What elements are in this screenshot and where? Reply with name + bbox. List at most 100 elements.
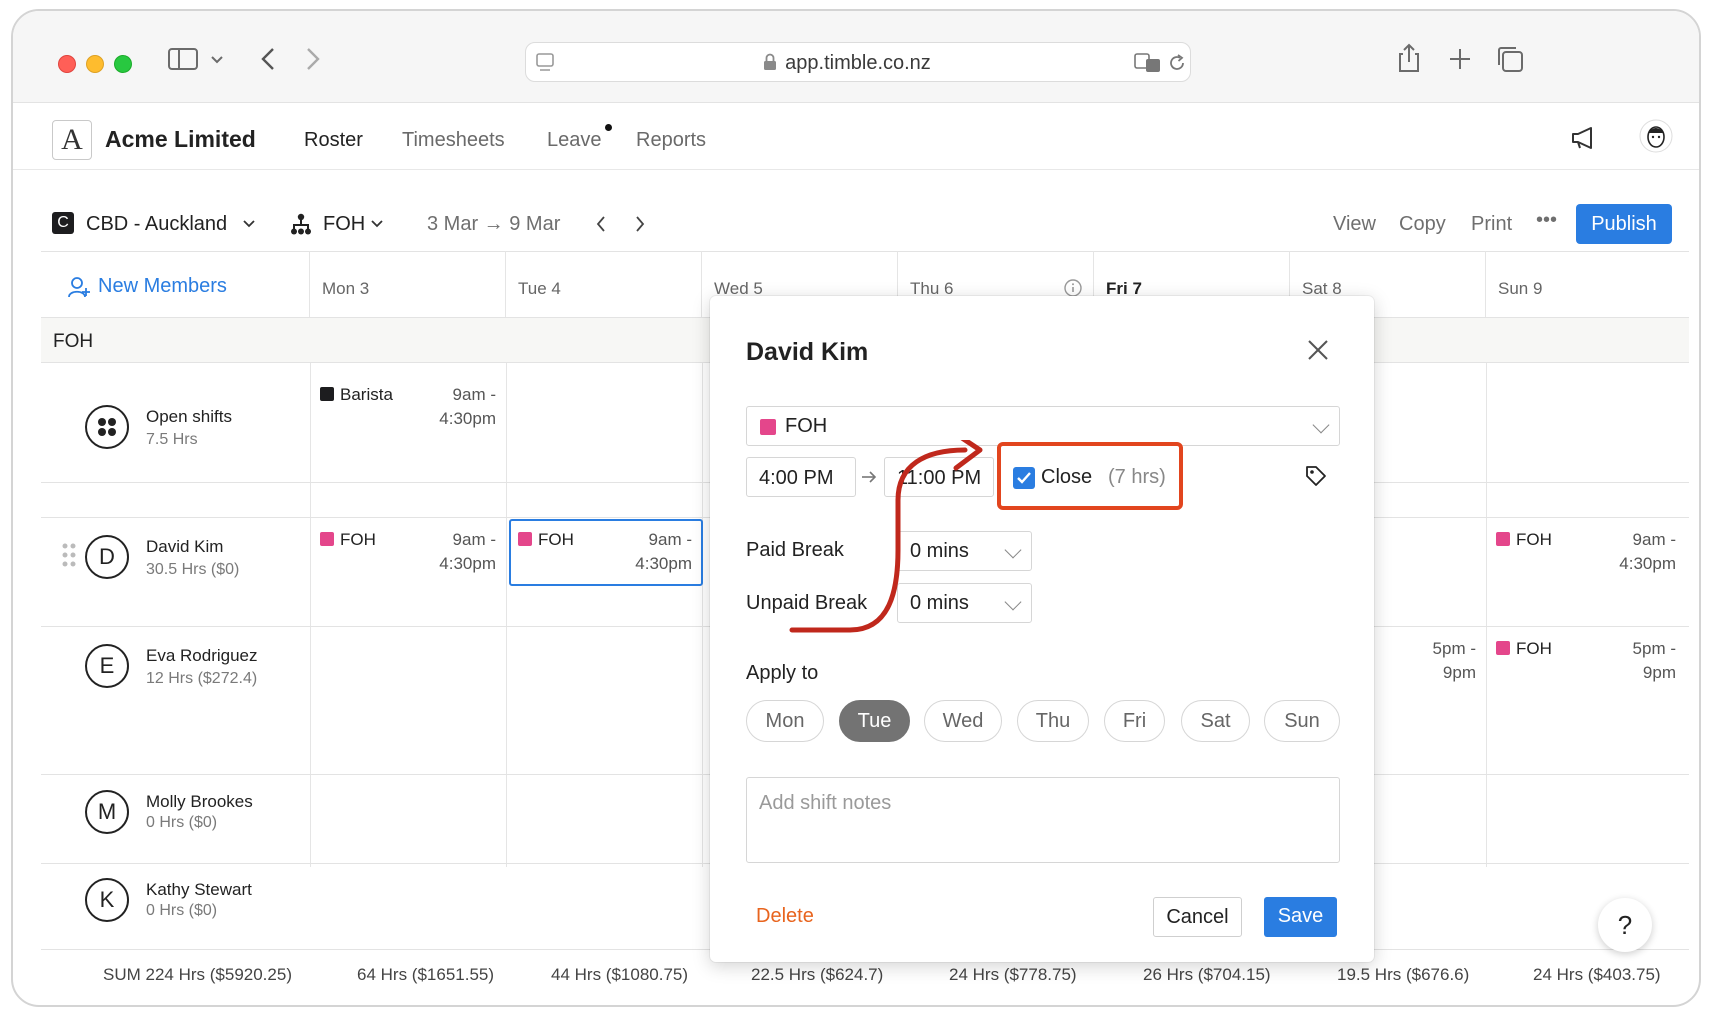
new-tab-icon[interactable]	[1449, 48, 1471, 70]
team-selector[interactable]: FOH	[323, 213, 365, 236]
translate-icon[interactable]	[1134, 52, 1162, 74]
previous-week-icon[interactable]	[595, 215, 607, 233]
shift-start: 9am -	[1632, 530, 1676, 549]
avatar[interactable]: D	[85, 535, 129, 579]
day-toggle-wed[interactable]: Wed	[924, 700, 1002, 742]
shift-time: 9am - 4:30pm	[401, 383, 496, 431]
chevron-down-icon[interactable]	[370, 219, 384, 229]
open-shifts-icon	[85, 405, 129, 449]
day-toggle-fri[interactable]: Fri	[1104, 700, 1165, 742]
sum-fri: 26 Hrs ($704.15)	[1143, 965, 1271, 984]
view-button[interactable]: View	[1333, 213, 1376, 236]
avatar[interactable]: M	[85, 790, 129, 834]
print-button[interactable]: Print	[1471, 213, 1512, 236]
chevron-down-icon	[1004, 541, 1022, 559]
tab-timesheets[interactable]: Timesheets	[402, 129, 505, 152]
member-name[interactable]: Molly Brookes	[146, 792, 253, 812]
role-swatch	[320, 532, 334, 546]
sum-sun: 24 Hrs ($403.75)	[1533, 965, 1661, 984]
new-members-link[interactable]: New Members	[98, 275, 227, 298]
shift-end: 4:30pm	[635, 554, 692, 573]
dialog-title: David Kim	[746, 338, 869, 366]
shift-notes-input[interactable]: Add shift notes	[746, 777, 1340, 863]
forward-icon[interactable]	[306, 47, 320, 71]
sum-total: SUM 224 Hrs ($5920.25)	[103, 965, 292, 984]
share-icon[interactable]	[1397, 43, 1421, 73]
member-hours: 0 Hrs ($0)	[146, 902, 218, 919]
tab-reports[interactable]: Reports	[636, 129, 706, 152]
back-icon[interactable]	[261, 47, 275, 71]
sidebar-icon[interactable]	[168, 48, 198, 70]
location-selector[interactable]: CBD - Auckland	[86, 213, 227, 236]
shift-role: FOH	[1516, 639, 1552, 658]
member-name[interactable]: Open shifts	[146, 407, 232, 427]
tab-leave[interactable]: Leave	[547, 129, 602, 152]
day-header-sun[interactable]: Sun 9	[1486, 251, 1689, 317]
role-swatch	[1496, 641, 1510, 655]
close-window-button[interactable]	[58, 55, 76, 73]
delete-button[interactable]: Delete	[756, 897, 836, 937]
notification-dot	[605, 124, 612, 131]
user-avatar-icon[interactable]	[1639, 118, 1673, 154]
new-members-cell: New Members	[41, 251, 310, 317]
company-name[interactable]: Acme Limited	[105, 126, 256, 153]
day-header-mon[interactable]: Mon 3	[310, 251, 506, 317]
shift-end: 4:30pm	[1619, 554, 1676, 573]
sum-mon: 64 Hrs ($1651.55)	[357, 965, 495, 984]
chevron-down-icon[interactable]	[210, 55, 224, 65]
shift-card-david-mon[interactable]: FOH	[320, 530, 376, 550]
zoom-window-button[interactable]	[114, 55, 132, 73]
shift-label: FOH	[518, 530, 574, 550]
day-toggle-tue[interactable]: Tue	[839, 700, 910, 742]
day-toggle-thu[interactable]: Thu	[1017, 700, 1089, 742]
close-icon[interactable]	[1304, 336, 1332, 364]
shift-role: FOH	[340, 530, 376, 549]
day-toggle-sat[interactable]: Sat	[1181, 700, 1250, 742]
day-toggle-mon[interactable]: Mon	[746, 700, 824, 742]
publish-button[interactable]: Publish	[1576, 204, 1672, 244]
day-header-tue[interactable]: Tue 4	[506, 251, 702, 317]
shift-card-open-mon[interactable]: Barista	[320, 385, 393, 405]
member-name[interactable]: Eva Rodriguez	[146, 646, 258, 666]
member-name[interactable]: David Kim	[146, 537, 223, 557]
member-hours: 12 Hrs ($272.4)	[146, 670, 258, 687]
day-toggle-sun[interactable]: Sun	[1264, 700, 1340, 742]
apply-to-label: Apply to	[746, 662, 819, 684]
more-options-button[interactable]: •••	[1536, 209, 1557, 232]
megaphone-icon[interactable]	[1571, 126, 1597, 150]
shift-start: 9am -	[452, 530, 496, 549]
browser-toolbar: app.timble.co.nz	[13, 11, 1699, 103]
shift-card-david-sun[interactable]: FOH	[1496, 530, 1552, 550]
tag-icon[interactable]	[1304, 464, 1328, 488]
reload-icon[interactable]	[1167, 53, 1187, 73]
shift-role: FOH	[1516, 530, 1552, 549]
drag-handle-icon[interactable]	[62, 543, 76, 567]
copy-button[interactable]: Copy	[1399, 213, 1446, 236]
annotation-arrow	[789, 440, 983, 633]
save-button[interactable]: Save	[1264, 897, 1337, 937]
shift-card-david-tue-selected[interactable]: FOH 9am - 4:30pm	[509, 519, 703, 586]
info-icon[interactable]	[1064, 279, 1082, 297]
shift-role: FOH	[538, 530, 574, 549]
avatar[interactable]: K	[85, 878, 129, 922]
chevron-down-icon[interactable]	[242, 219, 256, 229]
shift-card-eva-sat[interactable]: 5pm - 9pm	[1381, 637, 1476, 685]
role-swatch	[1496, 532, 1510, 546]
member-name[interactable]: Kathy Stewart	[146, 880, 252, 900]
location-badge: C	[52, 212, 74, 234]
shift-card-eva-sun[interactable]: FOH	[1496, 639, 1552, 659]
shift-end: 9pm	[1642, 663, 1676, 682]
shift-time: 5pm - 9pm	[1581, 637, 1676, 685]
cancel-button[interactable]: Cancel	[1153, 897, 1242, 937]
address-bar[interactable]: app.timble.co.nz	[525, 42, 1191, 82]
sum-tue: 44 Hrs ($1080.75)	[551, 965, 689, 984]
next-week-icon[interactable]	[634, 215, 646, 233]
shift-time: 9am - 4:30pm	[1581, 528, 1676, 576]
help-button[interactable]: ?	[1598, 898, 1652, 952]
tab-roster[interactable]: Roster	[304, 129, 363, 152]
minimize-window-button[interactable]	[86, 55, 104, 73]
avatar[interactable]: E	[85, 644, 129, 688]
company-logo[interactable]: A	[52, 120, 92, 160]
tabs-icon[interactable]	[1496, 45, 1524, 73]
member-hours: 7.5 Hrs	[146, 431, 198, 448]
